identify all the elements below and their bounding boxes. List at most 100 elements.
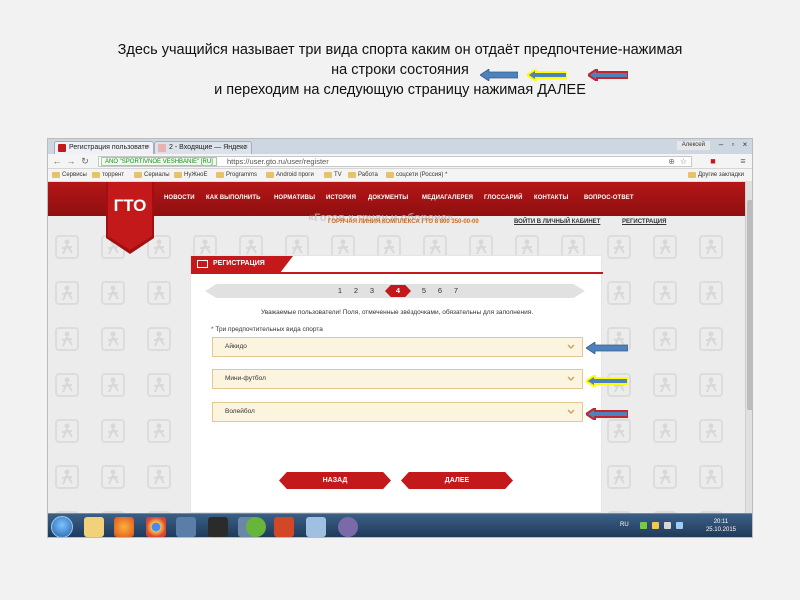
nav-media[interactable]: МЕДИАГАЛЕРЕЯ [422,195,473,201]
menu-icon[interactable]: ≡ [738,156,748,167]
step-2[interactable]: 2 [349,285,363,297]
start-button[interactable] [51,516,73,537]
annotation-arrow-red-icon [586,408,628,420]
nav-documents[interactable]: ДОКУМЕНТЫ [368,195,408,201]
sport-select-value: Айкидо [225,343,247,350]
windows-taskbar: RU 20:11 25.10.2015 [48,513,752,537]
extension-icon[interactable]: ■ [708,156,718,167]
forward-arrow-icon[interactable]: → [66,156,76,167]
chevron-down-icon [567,376,575,381]
firefox-icon[interactable] [114,517,134,537]
window-close-icon[interactable]: × [740,140,750,150]
annotation-arrow-blue-icon [586,342,628,354]
step-4-current[interactable]: 4 [385,285,411,297]
web-page: НОВОСТИ КАК ВЫПОЛНИТЬ НОРМАТИВЫ ИСТОРИЯ … [48,182,752,513]
page-scrollbar[interactable] [745,182,752,513]
caption-arrow-red-icon [588,69,628,81]
required-mark: * [211,326,214,333]
clock-time: 20:11 [713,519,729,525]
nav-contacts[interactable]: КОНТАКТЫ [534,195,568,201]
system-clock[interactable]: 20:11 25.10.2015 [706,518,736,534]
sport-select-value: Волейбол [225,408,255,415]
registration-title: РЕГИСТРАЦИЯ [213,260,265,267]
reload-icon[interactable]: ↻ [80,156,90,167]
sport-select-2[interactable]: Мини-футбол [212,369,583,389]
chevron-down-icon [567,409,575,414]
bookmark-item[interactable]: Сериалы [134,171,170,180]
tray-icon[interactable] [664,522,671,529]
caption-arrow-blue-icon [480,69,518,81]
bookmark-item[interactable]: НуЖноЕ [174,171,208,180]
step-6[interactable]: 6 [433,285,447,297]
star-icon[interactable]: ☆ [680,157,687,166]
bookmark-item[interactable]: Работа [348,171,378,180]
scroll-thumb[interactable] [747,200,752,410]
nav-history[interactable]: ИСТОРИЯ [326,195,356,201]
media-icon[interactable] [208,517,228,537]
clock-date: 25.10.2015 [705,527,736,533]
caption-line-1: Здесь учащийся называет три вида спорта … [117,42,683,58]
url-input[interactable]: ANO "SPORTIVNOE VESHBANIE" [RU] https://… [98,156,692,167]
minimize-icon[interactable]: – [716,140,726,150]
tray-icon[interactable] [676,522,683,529]
step-5[interactable]: 5 [417,285,431,297]
step-7[interactable]: 7 [449,285,463,297]
sports-field-label: * Три предпочтительных вида спорта [211,326,323,333]
sport-select-3[interactable]: Волейбол [212,402,583,422]
chrome-icon[interactable] [146,517,166,537]
browser-user[interactable]: Алексей [676,141,710,150]
powerpoint-icon[interactable] [274,517,294,537]
nav-glossary[interactable]: ГЛОССАРИЙ [484,195,523,201]
caption-arrow-yellow-icon [527,69,567,81]
bookmark-item[interactable]: соцсети (Россия) * [386,171,447,180]
nav-news[interactable]: НОВОСТИ [164,195,195,201]
nav-norms[interactable]: НОРМАТИВЫ [274,195,315,201]
register-link[interactable]: РЕГИСТРАЦИЯ [622,219,666,225]
browser-screenshot: Регистрация пользовате × 2 - Входящие — … [47,138,753,538]
maximize-icon[interactable]: ▫ [728,140,738,150]
browser-app-icon[interactable] [176,517,196,537]
bookmark-item[interactable]: Android проги [266,171,314,180]
bookmark-item[interactable]: Programms [216,171,257,180]
mail-favicon-icon [158,144,166,152]
header-underline [191,272,603,274]
close-icon[interactable]: × [244,142,248,153]
hotline-text: ГОРЯЧАЯ ЛИНИЯ КОМПЛЕКСА ГТО 8 800 350-00… [328,219,479,225]
logo-text: ГТО [113,196,147,215]
caption-line-3: и переходим на следующую страницу нажима… [214,82,586,98]
sport-select-value: Мини-футбол [225,375,266,382]
tab-yandex-mail[interactable]: 2 - Входящие — Яндекс × [154,141,252,154]
caption-line-2: на строки состояния [331,62,469,78]
next-button[interactable]: ДАЛЕЕ [401,472,513,489]
login-link[interactable]: ВОЙТИ В ЛИЧНЫЙ КАБИНЕТ [514,219,600,225]
chevron-down-icon [567,344,575,349]
sport-select-1[interactable]: Айкидо [212,337,583,357]
annotation-arrow-yellow-icon [586,375,628,387]
tray-icon[interactable] [652,522,659,529]
bookmark-item[interactable]: торрент [92,171,124,180]
explorer-icon[interactable] [84,517,104,537]
nav-faq[interactable]: ВОПРОС-ОТВЕТ [584,195,634,201]
secure-badge[interactable]: ANO "SPORTIVNOE VESHBANIE" [RU] [101,157,217,166]
tab-label: Регистрация пользовате [69,144,149,151]
back-arrow-icon[interactable]: ← [52,156,62,167]
close-icon[interactable]: × [146,142,150,153]
tray-icon[interactable] [640,522,647,529]
sports-label-text: Три предпочтительных вида спорта [215,326,323,333]
registration-card: РЕГИСТРАЦИЯ 1 2 3 4 5 6 7 Уважаемые поль… [190,255,603,513]
bookmark-item-other[interactable]: Другие закладки [688,171,744,180]
tab-registration[interactable]: Регистрация пользовате × [54,141,154,154]
bookmark-item[interactable]: Сервисы [52,171,87,180]
zoom-icon[interactable]: ⊕ [668,157,675,166]
app-icon[interactable] [338,517,358,537]
back-button[interactable]: НАЗАД [279,472,391,489]
gto-favicon-icon [58,144,66,152]
url-text: https://user.gto.ru/user/register [227,157,329,166]
step-3[interactable]: 3 [365,285,379,297]
torrent-icon[interactable] [246,517,266,537]
step-1[interactable]: 1 [333,285,347,297]
language-indicator[interactable]: RU [620,522,629,528]
paint-icon[interactable] [306,517,326,537]
bookmark-item[interactable]: TV [324,171,342,180]
nav-how-to[interactable]: КАК ВЫПОЛНИТЬ [206,195,261,201]
